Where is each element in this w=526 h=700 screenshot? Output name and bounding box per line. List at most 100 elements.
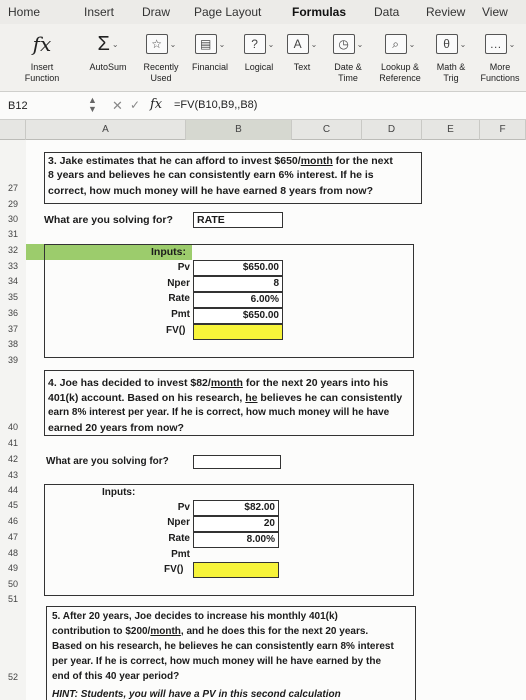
- q4-solving-label: What are you solving for?: [46, 456, 169, 467]
- row-header[interactable]: 46: [0, 516, 26, 526]
- q3-solving-label: What are you solving for?: [44, 214, 173, 226]
- row-header[interactable]: 31: [0, 229, 26, 239]
- q3-label-rate: Rate: [168, 293, 190, 304]
- q4-value-pv[interactable]: $82.00: [193, 500, 279, 516]
- text-label: Text: [293, 62, 311, 72]
- ribbon-tabs: Home Insert Draw Page Layout Formulas Da…: [0, 0, 526, 24]
- row-header[interactable]: 34: [0, 276, 26, 286]
- chevron-down-icon: ⌄: [356, 39, 364, 49]
- row-header[interactable]: 37: [0, 324, 26, 334]
- row-header[interactable]: 30: [0, 214, 26, 224]
- q3-line-3: correct, how much money will he have ear…: [48, 185, 374, 197]
- row-header[interactable]: 49: [0, 563, 26, 573]
- row-header[interactable]: 41: [0, 438, 26, 448]
- insert-function-button[interactable]: fx Insert Function: [12, 30, 72, 84]
- row-header[interactable]: 44: [0, 485, 26, 495]
- column-header-f[interactable]: F: [480, 120, 526, 140]
- column-header-a[interactable]: A: [26, 120, 186, 140]
- recently-used-button[interactable]: ☆ ⌄ Recently Used: [136, 30, 186, 84]
- q3-value-nper[interactable]: 8: [193, 276, 283, 292]
- q3-value-pmt[interactable]: $650.00: [193, 308, 283, 324]
- q3-value-rate[interactable]: 6.00%: [193, 292, 283, 308]
- q3-inputs-label: Inputs:: [151, 246, 186, 258]
- row-header[interactable]: 47: [0, 532, 26, 542]
- column-header-b[interactable]: B: [186, 120, 292, 140]
- math-trig-button[interactable]: θ ⌄ Math & Trig: [430, 30, 472, 84]
- row-header[interactable]: 48: [0, 548, 26, 558]
- date-time-button[interactable]: ◷ ⌄ Date & Time: [326, 30, 370, 84]
- row-header[interactable]: 39: [0, 355, 26, 365]
- q4-label-nper: Nper: [167, 517, 190, 528]
- column-header-d[interactable]: D: [362, 120, 422, 140]
- chevron-down-icon: ⌄: [267, 39, 275, 49]
- more-functions-button[interactable]: … ⌄ More Functions: [474, 30, 526, 84]
- text-a-icon: A: [286, 34, 309, 54]
- logical-label: Logical: [244, 62, 274, 72]
- q3-label-pv: Pv: [177, 262, 190, 273]
- row-header[interactable]: 42: [0, 454, 26, 464]
- row-header[interactable]: 29: [0, 199, 26, 209]
- q4-line-4: earned 20 years from now?: [48, 422, 184, 434]
- logical-button[interactable]: ? ⌄ Logical: [236, 30, 282, 73]
- theta-icon: θ: [435, 34, 458, 54]
- confirm-icon[interactable]: ✓: [130, 98, 140, 112]
- magnifier-icon: ⌕: [384, 34, 407, 54]
- tab-page-layout[interactable]: Page Layout: [184, 0, 282, 24]
- row-header[interactable]: 27: [0, 183, 26, 193]
- tab-view[interactable]: View: [472, 0, 526, 24]
- fx-icon: fx: [32, 31, 52, 56]
- q3-value-fv[interactable]: [193, 324, 283, 340]
- q4-value-fv[interactable]: [193, 562, 279, 578]
- cancel-icon[interactable]: ✕: [112, 98, 123, 114]
- tab-formulas[interactable]: Formulas: [282, 0, 364, 24]
- math-label: Math & Trig: [436, 62, 466, 83]
- q4-value-rate[interactable]: 8.00%: [193, 532, 279, 548]
- fx-icon[interactable]: fx: [150, 97, 162, 112]
- row-header[interactable]: 32: [0, 245, 26, 255]
- q3-value-pv[interactable]: $650.00: [193, 260, 283, 276]
- financial-button[interactable]: ▤ ⌄ Financial: [186, 30, 234, 73]
- row-header[interactable]: 40: [0, 422, 26, 432]
- coins-icon: ▤: [194, 34, 217, 54]
- row-header[interactable]: 36: [0, 308, 26, 318]
- text-button[interactable]: A ⌄ Text: [284, 30, 320, 73]
- insert-function-label: Insert Function: [24, 62, 60, 83]
- tab-review[interactable]: Review: [416, 0, 472, 24]
- tab-insert[interactable]: Insert: [74, 0, 132, 24]
- tab-data[interactable]: Data: [364, 0, 416, 24]
- q3-line-1: 3. Jake estimates that he can afford to …: [48, 155, 393, 167]
- q5-line-4: per year. If he is correct, how much mon…: [52, 656, 381, 667]
- clock-icon: ◷: [332, 34, 355, 54]
- row-header[interactable]: 50: [0, 579, 26, 589]
- autosum-button[interactable]: Σ ⌄ AutoSum: [82, 30, 134, 73]
- star-icon: ☆: [145, 34, 168, 54]
- row-header[interactable]: 35: [0, 292, 26, 302]
- q4-label-pv: Pv: [177, 502, 190, 513]
- chevron-down-icon: ⌄: [408, 39, 416, 49]
- lookup-reference-button[interactable]: ⌕ ⌄ Lookup & Reference: [372, 30, 428, 84]
- q5-hint: HINT: Students, you will have a PV in th…: [52, 689, 341, 700]
- q4-solving-cell[interactable]: [193, 455, 281, 469]
- row-header[interactable]: 52: [0, 672, 26, 682]
- tab-home[interactable]: Home: [0, 0, 74, 24]
- q5-line-1: 5. After 20 years, Joe decides to increa…: [52, 611, 338, 622]
- chevron-down-icon: ⌄: [459, 39, 467, 49]
- name-box[interactable]: B12: [4, 98, 74, 114]
- q4-value-nper[interactable]: 20: [193, 516, 279, 532]
- name-box-stepper-icon[interactable]: ▲ ▼: [88, 96, 97, 114]
- question-icon: ?: [243, 34, 266, 54]
- q4-line-2: 401(k) account. Based on his research, h…: [48, 392, 403, 404]
- q4-label-rate: Rate: [168, 533, 190, 544]
- formula-input[interactable]: =FV(B10,B9,,B8): [174, 99, 257, 111]
- chevron-down-icon: ⌄: [310, 39, 318, 49]
- column-header-c[interactable]: C: [292, 120, 362, 140]
- select-all-corner[interactable]: [0, 120, 26, 140]
- row-header[interactable]: 45: [0, 500, 26, 510]
- row-header[interactable]: 43: [0, 470, 26, 480]
- q4-label-fv: FV(): [164, 564, 184, 575]
- row-header[interactable]: 33: [0, 261, 26, 271]
- row-header[interactable]: 38: [0, 339, 26, 349]
- tab-draw[interactable]: Draw: [132, 0, 184, 24]
- column-header-e[interactable]: E: [422, 120, 480, 140]
- row-header[interactable]: 51: [0, 594, 26, 604]
